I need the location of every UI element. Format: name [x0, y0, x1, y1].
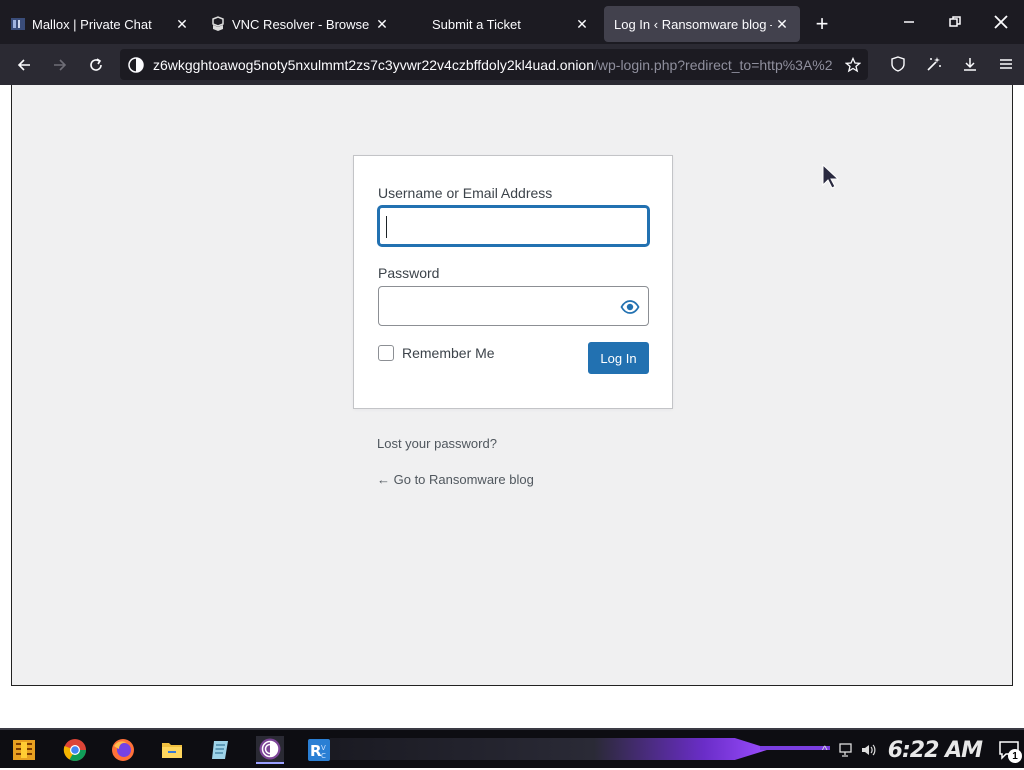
password-input[interactable] [378, 286, 649, 326]
remember-me-row: Remember Me [378, 345, 495, 361]
tab-title: VNC Resolver - Browse [232, 16, 370, 32]
toolbar-right [880, 48, 1024, 80]
mouse-pointer-icon [822, 163, 842, 190]
taskbar-decoration [330, 738, 770, 760]
volume-icon[interactable] [858, 735, 880, 765]
tab-mallox-chat[interactable]: Mallox | Private Chat ✕ [0, 6, 200, 42]
file-explorer-icon[interactable] [158, 736, 186, 764]
back-to-blog-link[interactable]: ← Go to Ransomware blog [377, 472, 534, 487]
notepad-icon[interactable] [207, 736, 235, 764]
tab-title: Mallox | Private Chat [32, 16, 152, 32]
mallox-favicon-icon [10, 16, 26, 32]
url-text: z6wkgghtoawog5noty5nxulmmt2zs7c3yvwr22v4… [153, 57, 833, 73]
bookmark-star-icon[interactable] [838, 49, 868, 80]
back-arrow-icon[interactable] [6, 49, 42, 81]
close-icon[interactable]: ✕ [572, 14, 592, 34]
window-controls [886, 0, 1024, 44]
notification-center-icon[interactable]: 1 [994, 735, 1024, 765]
chevron-up-icon[interactable]: ^ [814, 735, 836, 765]
login-form: Username or Email Address Password Remem… [353, 155, 673, 409]
hamburger-menu-icon[interactable] [988, 48, 1024, 80]
taskbar-clock[interactable]: 6:22 AM [888, 738, 983, 763]
close-icon[interactable]: ✕ [372, 14, 392, 34]
svg-text:V: V [321, 744, 326, 752]
shield-icon[interactable] [880, 48, 916, 80]
show-password-eye-icon[interactable] [620, 297, 640, 317]
password-label: Password [378, 265, 440, 281]
firefox-icon[interactable] [109, 736, 137, 764]
tor-browser-icon[interactable] [256, 736, 284, 764]
svg-text:C: C [321, 752, 326, 760]
navigation-bar: z6wkgghtoawog5noty5nxulmmt2zs7c3yvwr22v4… [0, 44, 1024, 85]
chrome-icon[interactable] [61, 736, 89, 764]
remember-me-checkbox[interactable] [378, 345, 394, 361]
new-tab-button[interactable]: + [804, 6, 840, 42]
tab-title: Submit a Ticket [432, 16, 521, 32]
url-path: /wp-login.php?redirect_to=http%3A%2 [594, 56, 833, 73]
page-viewport: Username or Email Address Password Remem… [11, 85, 1013, 686]
onion-site-icon[interactable] [128, 56, 144, 73]
tab-submit-ticket[interactable]: Submit a Ticket ✕ [400, 6, 600, 42]
tab-title: Log In ‹ Ransomware blog — [614, 16, 772, 32]
close-window-icon[interactable] [978, 0, 1024, 44]
username-label: Username or Email Address [378, 185, 553, 201]
username-input[interactable] [378, 206, 649, 246]
log-in-button[interactable]: Log In [588, 342, 649, 374]
remember-me-label[interactable]: Remember Me [402, 345, 495, 361]
magic-wand-icon[interactable] [916, 48, 952, 80]
remote-desktop-icon[interactable]: RVC [305, 736, 333, 764]
url-host: z6wkgghtoawog5noty5nxulmmt2zs7c3yvwr22v4… [153, 56, 594, 73]
blank-favicon-icon [410, 16, 426, 32]
text-caret [386, 216, 387, 238]
close-icon[interactable]: ✕ [772, 14, 792, 34]
vnc-favicon-icon [210, 16, 226, 32]
address-bar[interactable]: z6wkgghtoawog5noty5nxulmmt2zs7c3yvwr22v4… [120, 49, 868, 80]
close-icon[interactable]: ✕ [172, 14, 192, 34]
restore-icon[interactable] [932, 0, 978, 44]
start-icon[interactable] [10, 736, 38, 764]
system-tray: ^ 6:22 AM 1 [814, 730, 1024, 770]
tab-strip: Mallox | Private Chat ✕ VNC Resolver - B… [0, 0, 1024, 44]
notification-count-badge: 1 [1008, 749, 1022, 763]
tab-vnc-resolver[interactable]: VNC Resolver - Browse ✕ [200, 6, 400, 42]
minimize-icon[interactable] [886, 0, 932, 44]
tab-login-ransomware-blog[interactable]: Log In ‹ Ransomware blog — ✕ [604, 6, 800, 42]
lost-password-link[interactable]: Lost your password? [377, 436, 497, 451]
network-icon[interactable] [836, 735, 858, 765]
forward-arrow-icon[interactable] [42, 49, 78, 81]
reload-icon[interactable] [78, 49, 114, 81]
download-icon[interactable] [952, 48, 988, 80]
windows-taskbar: RVC ^ 6:22 AM 1 [0, 728, 1024, 768]
